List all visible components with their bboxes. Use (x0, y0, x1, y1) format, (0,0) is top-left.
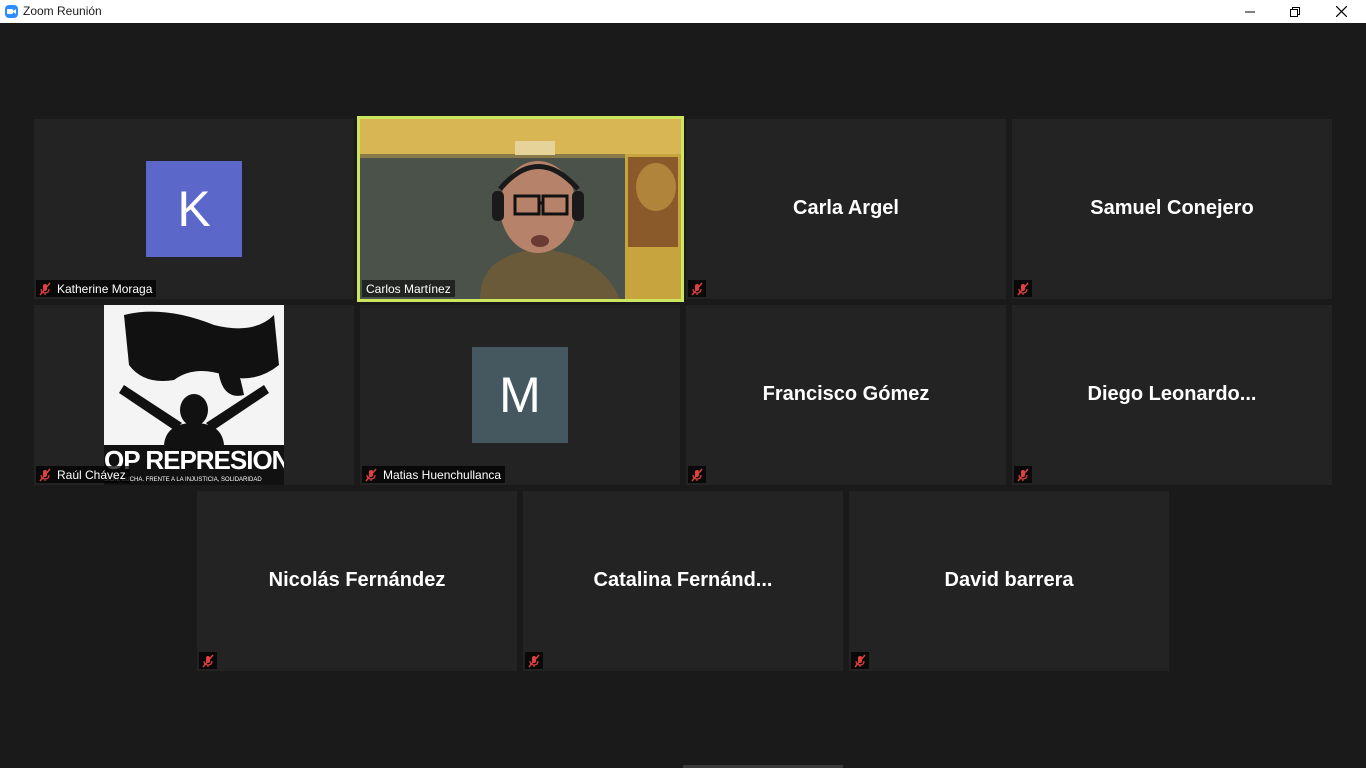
participant-display-name: Diego Leonardo... (1087, 383, 1257, 405)
zoom-app-icon (5, 5, 18, 18)
title-bar: Zoom Reunión (0, 0, 1366, 23)
window-title: Zoom Reunión (23, 4, 102, 18)
muted-mic-icon (690, 282, 704, 296)
participant-status (1014, 466, 1032, 483)
participant-tile-katherine[interactable]: K Katherine Moraga (34, 119, 354, 299)
restore-button[interactable] (1272, 0, 1318, 23)
participant-tile-catalina[interactable]: Catalina Fernánd... (523, 491, 843, 671)
banner-text: OP REPRESION (104, 445, 284, 475)
muted-mic-icon (853, 654, 867, 668)
participant-status (851, 652, 869, 669)
participant-status (199, 652, 217, 669)
participant-tile-francisco[interactable]: Francisco Gómez (686, 305, 1006, 485)
avatar: M (472, 347, 568, 443)
participant-tile-matias[interactable]: M Matias Huenchullanca (360, 305, 680, 485)
participant-name-tag: Raúl Chávez (36, 466, 130, 483)
participant-tile-nicolas[interactable]: Nicolás Fernández (197, 491, 517, 671)
profile-picture: OP REPRESION SION, LUCHA. FRENTE A LA IN… (104, 305, 284, 485)
participant-display-name: Carla Argel (793, 197, 899, 219)
participant-display-name: David barrera (944, 569, 1074, 591)
participant-status (688, 280, 706, 297)
participant-tile-samuel[interactable]: Samuel Conejero (1012, 119, 1332, 299)
participant-tile-carlos-active-speaker[interactable]: Carlos Martínez (357, 116, 684, 302)
minimize-button[interactable] (1227, 0, 1273, 23)
participant-tile-carla[interactable]: Carla Argel (686, 119, 1006, 299)
participant-display-name: Nicolás Fernández (268, 569, 446, 591)
avatar: K (146, 161, 242, 257)
muted-mic-icon (690, 468, 704, 482)
participant-name-tag: Carlos Martínez (362, 280, 455, 297)
muted-mic-icon (38, 282, 52, 296)
participant-name: Raúl Chávez (57, 467, 126, 482)
muted-mic-icon (1016, 282, 1030, 296)
participant-tile-raul[interactable]: OP REPRESION SION, LUCHA. FRENTE A LA IN… (34, 305, 354, 485)
banner-subtext: SION, LUCHA. FRENTE A LA INJUSTICIA, SOL… (104, 475, 284, 485)
participant-display-name: Francisco Gómez (762, 383, 930, 405)
participant-name: Matias Huenchullanca (383, 467, 502, 482)
participant-status (1014, 280, 1032, 297)
participant-tile-david[interactable]: David barrera (849, 491, 1169, 671)
protest-illustration (104, 305, 284, 445)
close-button[interactable] (1318, 0, 1364, 23)
participant-name-tag: Katherine Moraga (36, 280, 157, 297)
participant-tile-diego[interactable]: Diego Leonardo... (1012, 305, 1332, 485)
participant-video (360, 119, 681, 299)
muted-mic-icon (201, 654, 215, 668)
participant-name: Carlos Martínez (366, 281, 451, 296)
muted-mic-icon (38, 468, 52, 482)
participant-status (688, 466, 706, 483)
participant-name-tag: Matias Huenchullanca (362, 466, 506, 483)
participant-name: Katherine Moraga (57, 281, 153, 296)
participant-status (525, 652, 543, 669)
participant-display-name: Catalina Fernánd... (593, 569, 773, 591)
muted-mic-icon (1016, 468, 1030, 482)
muted-mic-icon (364, 468, 378, 482)
muted-mic-icon (527, 654, 541, 668)
participant-display-name: Samuel Conejero (1090, 197, 1254, 219)
